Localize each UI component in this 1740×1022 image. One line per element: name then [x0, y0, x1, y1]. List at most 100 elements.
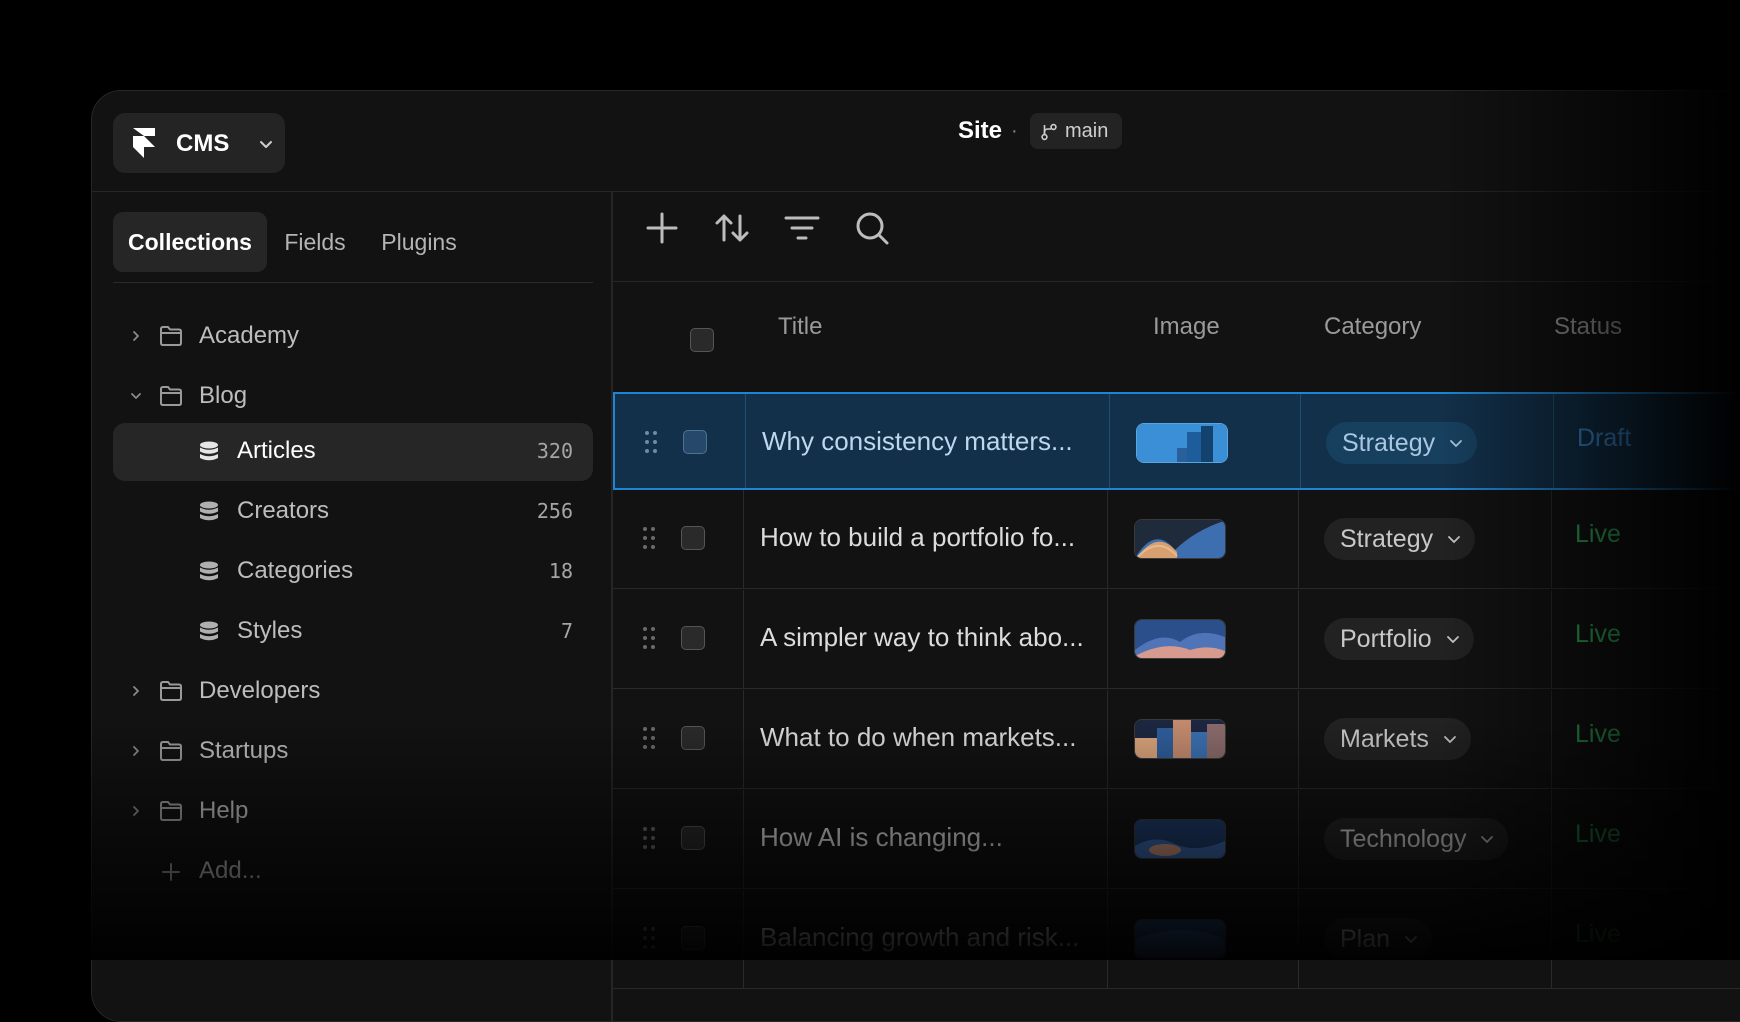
tree-folder-developers[interactable]: Developers [113, 663, 593, 721]
tree-folder-blog[interactable]: Blog [113, 368, 593, 426]
cell-divider [1107, 590, 1108, 688]
cell-divider [743, 890, 744, 988]
plus-icon[interactable] [642, 208, 682, 248]
filter-icon[interactable] [782, 208, 822, 248]
category-label: Markets [1340, 725, 1429, 753]
tree-collection-creators[interactable]: Creators 256 [113, 483, 593, 541]
row-checkbox[interactable] [681, 926, 705, 950]
row-checkbox[interactable] [681, 726, 705, 750]
status-badge[interactable]: Live [1575, 620, 1621, 649]
row-image-thumbnail[interactable] [1134, 819, 1226, 859]
title-separator: · [1011, 120, 1018, 142]
column-header-status[interactable]: Status [1554, 313, 1622, 341]
item-count: 18 [548, 559, 573, 583]
sidebar: Collections Fields Plugins Academy Blog … [92, 192, 612, 1021]
row-title[interactable]: How to build a portfolio fo... [760, 522, 1075, 553]
chevron-right-icon [133, 686, 139, 696]
column-header-image[interactable]: Image [1153, 313, 1220, 341]
add-collection-button[interactable]: Add... [113, 843, 593, 901]
tab-plugins[interactable]: Plugins [371, 212, 467, 272]
cell-divider [1107, 690, 1108, 788]
tree-label: Articles [237, 437, 316, 464]
chevron-down-icon [1481, 836, 1494, 844]
chevron-right-icon [133, 746, 139, 756]
tab-collections[interactable]: Collections [113, 212, 267, 272]
table-row[interactable]: Why consistency matters... Strategy Draf… [613, 392, 1740, 490]
drag-handle-icon[interactable] [642, 826, 656, 850]
row-title[interactable]: Why consistency matters... [762, 426, 1073, 457]
category-dropdown[interactable]: Markets [1324, 718, 1471, 760]
tree-label: Help [199, 797, 249, 824]
category-dropdown[interactable]: Plan [1324, 918, 1433, 960]
status-badge[interactable]: Live [1575, 520, 1621, 549]
chevron-down-icon [1450, 440, 1463, 448]
row-image-thumbnail[interactable] [1134, 719, 1226, 759]
cell-divider [1298, 890, 1299, 988]
cell-divider [743, 690, 744, 788]
database-icon [200, 621, 218, 641]
database-icon [200, 561, 218, 581]
cell-divider [1551, 490, 1552, 588]
cell-divider [1107, 890, 1108, 988]
tree-collection-categories[interactable]: Categories 18 [113, 543, 593, 601]
sort-icon[interactable] [712, 208, 752, 248]
cell-divider [743, 490, 744, 588]
drag-handle-icon[interactable] [642, 626, 656, 650]
drag-handle-icon[interactable] [644, 430, 658, 454]
chevron-down-icon [260, 141, 272, 148]
row-checkbox[interactable] [681, 826, 705, 850]
tree-label: Developers [199, 677, 321, 704]
status-badge[interactable]: Draft [1577, 424, 1631, 453]
tree-folder-academy[interactable]: Academy [113, 308, 593, 366]
tree-collection-styles[interactable]: Styles 7 [113, 603, 593, 661]
row-image-thumbnail[interactable] [1134, 619, 1226, 659]
tree-label: Creators [237, 497, 330, 524]
row-checkbox[interactable] [681, 526, 705, 550]
row-image-thumbnail[interactable] [1134, 519, 1226, 559]
row-title[interactable]: What to do when markets... [760, 722, 1076, 753]
row-title[interactable]: Balancing growth and risk... [760, 922, 1079, 953]
cell-divider [1107, 490, 1108, 588]
row-title[interactable]: How AI is changing... [760, 822, 1003, 853]
column-header-category[interactable]: Category [1324, 313, 1421, 341]
row-image-thumbnail[interactable] [1136, 423, 1228, 463]
category-dropdown[interactable]: Strategy [1324, 518, 1476, 560]
branch-icon [1041, 123, 1057, 141]
row-checkbox[interactable] [683, 430, 707, 454]
drag-handle-icon[interactable] [642, 526, 656, 550]
table-row[interactable]: What to do when markets... Markets Live [613, 690, 1740, 789]
item-count: 7 [560, 619, 573, 643]
select-all-checkbox[interactable] [690, 328, 714, 352]
row-title[interactable]: A simpler way to think abo... [760, 622, 1084, 653]
database-icon [200, 441, 218, 461]
chevron-down-icon [131, 393, 141, 399]
status-badge[interactable]: Live [1575, 720, 1621, 749]
category-dropdown[interactable]: Portfolio [1324, 618, 1474, 660]
tree-folder-startups[interactable]: Startups [113, 723, 593, 781]
item-count: 320 [536, 439, 573, 463]
column-header-title[interactable]: Title [778, 313, 822, 341]
table-row[interactable]: A simpler way to think abo... Portfolio … [613, 590, 1740, 689]
table-row[interactable]: Balancing growth and risk... Plan Live [613, 890, 1740, 989]
row-image-thumbnail[interactable] [1134, 919, 1226, 959]
drag-handle-icon[interactable] [642, 926, 656, 950]
cms-menu-button[interactable]: CMS [113, 113, 285, 173]
row-checkbox[interactable] [681, 626, 705, 650]
cell-divider [1300, 394, 1301, 488]
drag-handle-icon[interactable] [642, 726, 656, 750]
category-dropdown[interactable]: Strategy [1326, 422, 1478, 464]
branch-badge[interactable]: main [1030, 113, 1122, 149]
tree-collection-articles[interactable]: Articles 320 [113, 423, 593, 481]
tab-fields[interactable]: Fields [273, 212, 357, 272]
chevron-down-icon [1405, 936, 1417, 944]
cell-divider [745, 394, 746, 488]
table-row[interactable]: How to build a portfolio fo... Strategy … [613, 490, 1740, 589]
status-badge[interactable]: Live [1575, 920, 1621, 949]
search-icon[interactable] [852, 208, 892, 248]
table-row[interactable]: How AI is changing... Technology Live [613, 790, 1740, 889]
category-dropdown[interactable]: Technology [1324, 818, 1509, 860]
tree-folder-help[interactable]: Help [113, 783, 593, 841]
database-icon [200, 501, 218, 521]
status-badge[interactable]: Live [1575, 820, 1621, 849]
cell-divider [1553, 394, 1554, 488]
